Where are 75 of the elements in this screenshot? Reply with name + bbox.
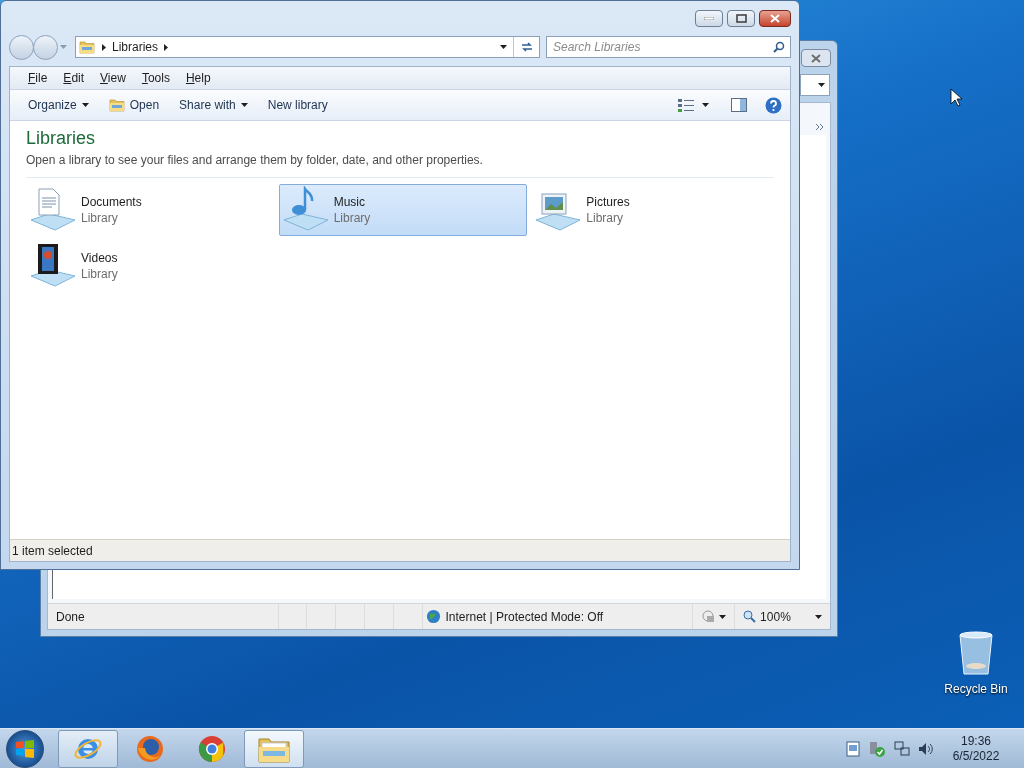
- close-button[interactable]: [801, 49, 831, 67]
- menu-item[interactable]: View: [92, 69, 134, 87]
- clock-date: 6/5/2022: [952, 748, 1000, 764]
- menu-item[interactable]: Help: [177, 69, 219, 87]
- status-text: 1 item selected: [12, 542, 93, 560]
- help-icon: [765, 96, 782, 114]
- caret-icon: [500, 45, 507, 49]
- speaker-icon[interactable]: [918, 741, 934, 756]
- search-field[interactable]: Search Libraries: [546, 36, 791, 58]
- start-button[interactable]: [6, 729, 44, 768]
- library-item[interactable]: Documents Library: [26, 184, 275, 236]
- search-icon: [773, 41, 785, 53]
- security-zone: Internet | Protected Mode: Off: [445, 608, 604, 626]
- menu-item[interactable]: Tools: [133, 69, 178, 87]
- minimize-button[interactable]: [695, 10, 723, 27]
- toolbar-button[interactable]: New library: [257, 90, 338, 120]
- chevron-icon: [815, 123, 824, 131]
- toolbar-button[interactable]: Share with: [169, 90, 258, 120]
- zoom-level: 100%: [760, 608, 791, 626]
- globe-icon: [426, 609, 442, 624]
- arrow-icon: [102, 43, 106, 51]
- clock-time: 19:36: [961, 733, 991, 749]
- caret-icon: [702, 103, 709, 107]
- search-field[interactable]: [800, 74, 830, 96]
- library-type: Library: [586, 210, 624, 226]
- caret-icon[interactable]: [60, 45, 67, 49]
- library-type: Library: [81, 266, 118, 282]
- arrow-icon: [164, 43, 169, 51]
- page-description: Open a library to see your files and arrange them by folder, date, and other properties.: [26, 152, 483, 169]
- library-name: Music: [333, 194, 366, 210]
- caret-icon: [719, 614, 727, 619]
- library-item[interactable]: Music Library: [278, 184, 528, 236]
- library-type: Library: [333, 210, 371, 226]
- taskbar-app-button[interactable]: [244, 729, 304, 768]
- network-icon[interactable]: [894, 740, 910, 757]
- caret-icon: [815, 614, 822, 619]
- shield-check-icon[interactable]: [868, 740, 886, 757]
- breadcrumb-item[interactable]: Libraries: [106, 38, 165, 56]
- trash-bin-icon[interactable]: [957, 630, 995, 676]
- taskbar-app-button[interactable]: [58, 729, 118, 768]
- view-icon: [678, 98, 694, 112]
- clock[interactable]: 19:36 6/5/2022: [946, 733, 1006, 764]
- menu-item[interactable]: Edit: [55, 69, 93, 87]
- restore-icon: [735, 14, 747, 23]
- maximize-button[interactable]: [727, 10, 755, 27]
- library-item[interactable]: Pictures Library: [531, 184, 780, 236]
- page-heading: Libraries: [26, 127, 96, 149]
- caret-icon: [818, 83, 825, 87]
- address-bar[interactable]: Libraries: [75, 36, 540, 58]
- caret-icon: [81, 103, 89, 107]
- library-name: Documents: [81, 194, 142, 210]
- fox-globe-icon: [135, 733, 165, 764]
- folder-icon: [108, 97, 125, 113]
- chrome-circle-icon: [197, 733, 227, 764]
- notes-icon[interactable]: [846, 740, 860, 757]
- library-name: Videos: [81, 250, 118, 266]
- toolbar-button[interactable]: Open: [98, 90, 170, 120]
- minimize-icon: [704, 17, 714, 20]
- caret-icon: [240, 103, 248, 107]
- refresh-icon: [519, 41, 534, 53]
- close-icon: [770, 14, 780, 23]
- menu-item[interactable]: File: [20, 69, 56, 87]
- status-text: Done: [55, 608, 86, 626]
- library-type: Library: [81, 210, 119, 226]
- cursor-icon: [950, 88, 962, 107]
- zoom-icon: [743, 610, 757, 623]
- toolbar-button[interactable]: Organize: [18, 90, 99, 120]
- library-name: Pictures: [586, 194, 630, 210]
- library-item[interactable]: Videos Library: [26, 240, 275, 292]
- preview-pane-icon: [731, 98, 747, 112]
- close-button[interactable]: [759, 10, 791, 27]
- close-icon: [811, 53, 821, 63]
- desktop-icon-label[interactable]: Recycle Bin: [944, 680, 1008, 698]
- windows-logo-icon: [15, 739, 35, 758]
- folder-icon: [79, 39, 95, 55]
